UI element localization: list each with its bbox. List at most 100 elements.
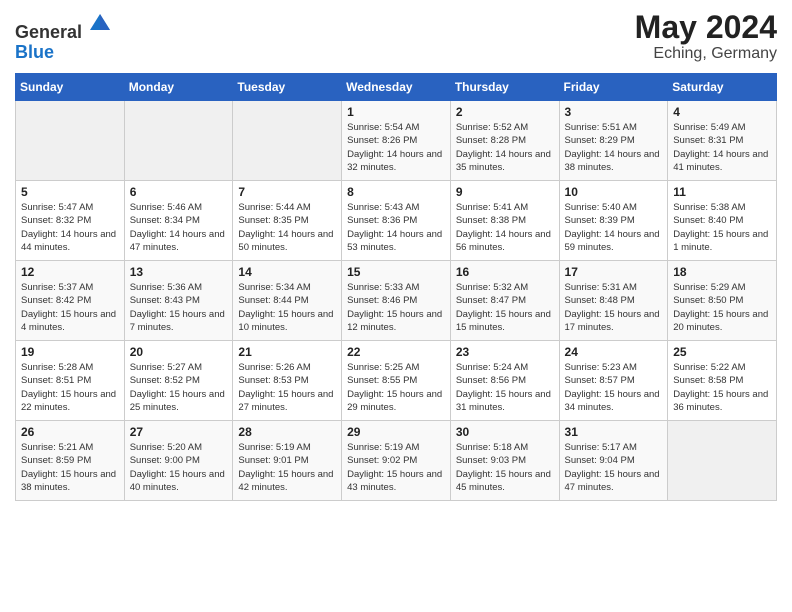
day-info: Sunrise: 5:38 AM Sunset: 8:40 PM Dayligh…: [673, 201, 771, 254]
day-number: 10: [565, 185, 663, 199]
day-number: 26: [21, 425, 119, 439]
calendar-cell: 22 Sunrise: 5:25 AM Sunset: 8:55 PM Dayli…: [342, 341, 451, 421]
calendar-cell: 27 Sunrise: 5:20 AM Sunset: 9:00 PM Dayli…: [124, 421, 233, 501]
day-number: 21: [238, 345, 336, 359]
day-number: 23: [456, 345, 554, 359]
calendar-cell: 19 Sunrise: 5:28 AM Sunset: 8:51 PM Dayli…: [16, 341, 125, 421]
calendar-week-row: 1 Sunrise: 5:54 AM Sunset: 8:26 PM Daylig…: [16, 101, 777, 181]
day-number: 7: [238, 185, 336, 199]
day-info: Sunrise: 5:54 AM Sunset: 8:26 PM Dayligh…: [347, 121, 445, 174]
column-header-monday: Monday: [124, 74, 233, 101]
day-info: Sunrise: 5:34 AM Sunset: 8:44 PM Dayligh…: [238, 281, 336, 334]
day-number: 5: [21, 185, 119, 199]
day-number: 4: [673, 105, 771, 119]
day-number: 3: [565, 105, 663, 119]
calendar-cell: 24 Sunrise: 5:23 AM Sunset: 8:57 PM Dayli…: [559, 341, 668, 421]
day-number: 25: [673, 345, 771, 359]
calendar-cell: 31Sunrise: 5:17 AM Sunset: 9:04 PM Dayli…: [559, 421, 668, 501]
day-info: Sunrise: 5:24 AM Sunset: 8:56 PM Dayligh…: [456, 361, 554, 414]
calendar-cell: 18 Sunrise: 5:29 AM Sunset: 8:50 PM Dayli…: [668, 261, 777, 341]
day-info: Sunrise: 5:21 AM Sunset: 8:59 PM Dayligh…: [21, 441, 119, 494]
calendar-cell: [233, 101, 342, 181]
calendar-cell: 7Sunrise: 5:44 AM Sunset: 8:35 PM Daylig…: [233, 181, 342, 261]
day-info: Sunrise: 5:40 AM Sunset: 8:39 PM Dayligh…: [565, 201, 663, 254]
day-info: Sunrise: 5:19 AM Sunset: 9:01 PM Dayligh…: [238, 441, 336, 494]
day-info: Sunrise: 5:52 AM Sunset: 8:28 PM Dayligh…: [456, 121, 554, 174]
column-header-thursday: Thursday: [450, 74, 559, 101]
calendar-cell: 25Sunrise: 5:22 AM Sunset: 8:58 PM Dayli…: [668, 341, 777, 421]
calendar-cell: 30 Sunrise: 5:18 AM Sunset: 9:03 PM Dayli…: [450, 421, 559, 501]
calendar-cell: 29 Sunrise: 5:19 AM Sunset: 9:02 PM Dayli…: [342, 421, 451, 501]
day-number: 16: [456, 265, 554, 279]
calendar-cell: 8 Sunrise: 5:43 AM Sunset: 8:36 PM Daylig…: [342, 181, 451, 261]
calendar-cell: [124, 101, 233, 181]
day-number: 30: [456, 425, 554, 439]
location-subtitle: Eching, Germany: [635, 45, 777, 63]
day-number: 29: [347, 425, 445, 439]
day-number: 13: [130, 265, 228, 279]
day-number: 20: [130, 345, 228, 359]
day-info: Sunrise: 5:32 AM Sunset: 8:47 PM Dayligh…: [456, 281, 554, 334]
calendar-cell: 9Sunrise: 5:41 AM Sunset: 8:38 PM Daylig…: [450, 181, 559, 261]
calendar-week-row: 12 Sunrise: 5:37 AM Sunset: 8:42 PM Dayli…: [16, 261, 777, 341]
calendar-cell: 16 Sunrise: 5:32 AM Sunset: 8:47 PM Dayli…: [450, 261, 559, 341]
day-number: 12: [21, 265, 119, 279]
day-info: Sunrise: 5:51 AM Sunset: 8:29 PM Dayligh…: [565, 121, 663, 174]
day-number: 14: [238, 265, 336, 279]
day-info: Sunrise: 5:46 AM Sunset: 8:34 PM Dayligh…: [130, 201, 228, 254]
day-info: Sunrise: 5:37 AM Sunset: 8:42 PM Dayligh…: [21, 281, 119, 334]
calendar-cell: 11 Sunrise: 5:38 AM Sunset: 8:40 PM Dayli…: [668, 181, 777, 261]
day-number: 28: [238, 425, 336, 439]
column-header-wednesday: Wednesday: [342, 74, 451, 101]
day-number: 17: [565, 265, 663, 279]
calendar-cell: [668, 421, 777, 501]
day-info: Sunrise: 5:28 AM Sunset: 8:51 PM Dayligh…: [21, 361, 119, 414]
calendar-cell: 12 Sunrise: 5:37 AM Sunset: 8:42 PM Dayli…: [16, 261, 125, 341]
calendar-cell: 14 Sunrise: 5:34 AM Sunset: 8:44 PM Dayli…: [233, 261, 342, 341]
calendar-header-row: SundayMondayTuesdayWednesdayThursdayFrid…: [16, 74, 777, 101]
title-area: May 2024 Eching, Germany: [635, 10, 777, 63]
day-number: 22: [347, 345, 445, 359]
day-info: Sunrise: 5:27 AM Sunset: 8:52 PM Dayligh…: [130, 361, 228, 414]
day-info: Sunrise: 5:29 AM Sunset: 8:50 PM Dayligh…: [673, 281, 771, 334]
day-number: 27: [130, 425, 228, 439]
calendar-week-row: 5Sunrise: 5:47 AM Sunset: 8:32 PM Daylig…: [16, 181, 777, 261]
day-number: 9: [456, 185, 554, 199]
day-number: 18: [673, 265, 771, 279]
calendar-cell: 6 Sunrise: 5:46 AM Sunset: 8:34 PM Daylig…: [124, 181, 233, 261]
calendar-cell: 23 Sunrise: 5:24 AM Sunset: 8:56 PM Dayli…: [450, 341, 559, 421]
logo: General Blue: [15, 10, 112, 63]
day-number: 11: [673, 185, 771, 199]
day-info: Sunrise: 5:20 AM Sunset: 9:00 PM Dayligh…: [130, 441, 228, 494]
day-info: Sunrise: 5:19 AM Sunset: 9:02 PM Dayligh…: [347, 441, 445, 494]
calendar-cell: 26 Sunrise: 5:21 AM Sunset: 8:59 PM Dayli…: [16, 421, 125, 501]
day-number: 19: [21, 345, 119, 359]
column-header-friday: Friday: [559, 74, 668, 101]
day-info: Sunrise: 5:49 AM Sunset: 8:31 PM Dayligh…: [673, 121, 771, 174]
day-number: 31: [565, 425, 663, 439]
day-info: Sunrise: 5:36 AM Sunset: 8:43 PM Dayligh…: [130, 281, 228, 334]
month-year-title: May 2024: [635, 10, 777, 45]
calendar-cell: 20 Sunrise: 5:27 AM Sunset: 8:52 PM Dayli…: [124, 341, 233, 421]
calendar-week-row: 26 Sunrise: 5:21 AM Sunset: 8:59 PM Dayli…: [16, 421, 777, 501]
day-info: Sunrise: 5:33 AM Sunset: 8:46 PM Dayligh…: [347, 281, 445, 334]
calendar-table: SundayMondayTuesdayWednesdayThursdayFrid…: [15, 73, 777, 501]
calendar-cell: 13 Sunrise: 5:36 AM Sunset: 8:43 PM Dayli…: [124, 261, 233, 341]
day-number: 6: [130, 185, 228, 199]
day-info: Sunrise: 5:25 AM Sunset: 8:55 PM Dayligh…: [347, 361, 445, 414]
day-info: Sunrise: 5:23 AM Sunset: 8:57 PM Dayligh…: [565, 361, 663, 414]
day-info: Sunrise: 5:43 AM Sunset: 8:36 PM Dayligh…: [347, 201, 445, 254]
calendar-cell: [16, 101, 125, 181]
calendar-cell: 17Sunrise: 5:31 AM Sunset: 8:48 PM Dayli…: [559, 261, 668, 341]
day-number: 2: [456, 105, 554, 119]
day-info: Sunrise: 5:18 AM Sunset: 9:03 PM Dayligh…: [456, 441, 554, 494]
day-number: 24: [565, 345, 663, 359]
day-number: 1: [347, 105, 445, 119]
calendar-cell: 28 Sunrise: 5:19 AM Sunset: 9:01 PM Dayli…: [233, 421, 342, 501]
column-header-saturday: Saturday: [668, 74, 777, 101]
calendar-cell: 1 Sunrise: 5:54 AM Sunset: 8:26 PM Daylig…: [342, 101, 451, 181]
logo-general-text: General: [15, 22, 82, 42]
day-number: 8: [347, 185, 445, 199]
day-info: Sunrise: 5:26 AM Sunset: 8:53 PM Dayligh…: [238, 361, 336, 414]
calendar-cell: 4 Sunrise: 5:49 AM Sunset: 8:31 PM Daylig…: [668, 101, 777, 181]
